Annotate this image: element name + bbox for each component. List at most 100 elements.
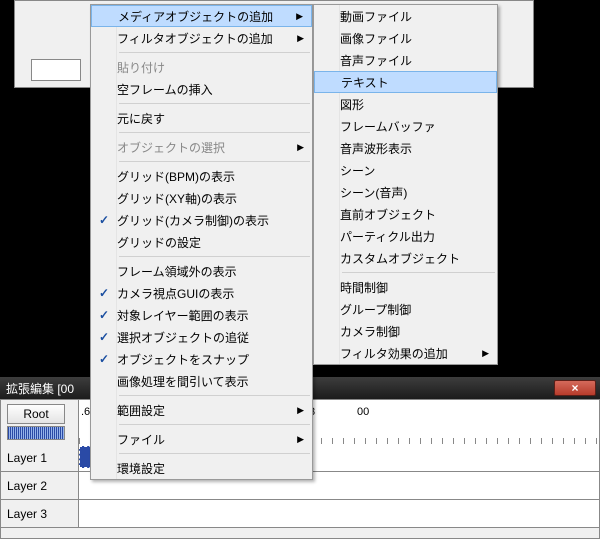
menu-item[interactable]: 音声波形表示 <box>314 137 497 159</box>
menu-item[interactable]: ✓カメラ視点GUIの表示 <box>91 282 312 304</box>
menu-item-label: 環境設定 <box>117 460 290 477</box>
menu-item-label: カメラ制御 <box>340 323 475 340</box>
menu-item-label: 図形 <box>340 96 475 113</box>
submenu-arrow-icon: ▶ <box>482 348 489 359</box>
menu-item-label: パーティクル出力 <box>340 228 475 245</box>
layer-label[interactable]: Layer 1 <box>1 444 79 471</box>
checkmark-icon: ✓ <box>91 330 117 344</box>
menu-item[interactable]: 元に戻す <box>91 107 312 129</box>
menu-item-label: グリッドの設定 <box>117 234 290 251</box>
menu-item-label: 選択オブジェクトの追従 <box>117 329 290 346</box>
menu-item-label: シーン <box>340 162 475 179</box>
menu-separator <box>119 395 310 396</box>
menu-item[interactable]: 空フレームの挿入 <box>91 78 312 100</box>
menu-item-label: フレーム領域外の表示 <box>117 263 290 280</box>
context-menu-sub[interactable]: 動画ファイル画像ファイル音声ファイルテキスト図形フレームバッファ音声波形表示シー… <box>313 4 498 365</box>
submenu-arrow-icon: ▶ <box>297 33 304 44</box>
checkmark-icon: ✓ <box>91 286 117 300</box>
context-menu-main[interactable]: メディアオブジェクトの追加 ▶ フィルタオブジェクトの追加 ▶ 貼り付け空フレームの挿入… <box>90 4 313 480</box>
menu-separator <box>342 272 495 273</box>
menu-item[interactable]: ✓対象レイヤー範囲の表示 <box>91 304 312 326</box>
submenu-arrow-icon: ▶ <box>297 434 304 445</box>
menu-separator <box>119 161 310 162</box>
background-inner <box>31 59 81 81</box>
menu-item-label: テキスト <box>341 74 474 91</box>
layer-track[interactable] <box>79 500 599 527</box>
menu-item[interactable]: グリッドの設定 <box>91 231 312 253</box>
menu-separator <box>119 256 310 257</box>
menu-item[interactable]: ✓選択オブジェクトの追従 <box>91 326 312 348</box>
menu-item-label: フィルタオブジェクトの追加 <box>117 30 290 47</box>
menu-item-label: 貼り付け <box>117 59 290 76</box>
checkmark-icon: ✓ <box>91 213 117 227</box>
checkmark-icon: ✓ <box>91 352 117 366</box>
menu-item-label: オブジェクトの選択 <box>117 139 290 156</box>
menu-item-label: グリッド(カメラ制御)の表示 <box>117 212 290 229</box>
submenu-arrow-icon: ▶ <box>296 11 303 22</box>
close-button[interactable]: × <box>554 380 596 396</box>
menu-item-label: メディアオブジェクトの追加 <box>118 8 289 25</box>
menu-separator <box>119 424 310 425</box>
menu-item[interactable]: グリッド(BPM)の表示 <box>91 165 312 187</box>
menu-separator <box>119 132 310 133</box>
submenu-arrow-icon: ▶ <box>297 405 304 416</box>
menu-item[interactable]: 範囲設定 ▶ <box>91 399 312 421</box>
menu-item[interactable]: ✓グリッド(カメラ制御)の表示 <box>91 209 312 231</box>
menu-item[interactable]: カメラ制御 <box>314 320 497 342</box>
menu-item-label: 空フレームの挿入 <box>117 81 290 98</box>
menu-item[interactable]: 画像処理を間引いて表示 <box>91 370 312 392</box>
menu-item-label: 動画ファイル <box>340 8 475 25</box>
menu-item[interactable]: シーン(音声) <box>314 181 497 203</box>
menu-item-label: 音声ファイル <box>340 52 475 69</box>
menu-item-label: 元に戻す <box>117 110 290 127</box>
menu-item-label: 対象レイヤー範囲の表示 <box>117 307 290 324</box>
layer-row[interactable]: Layer 3 <box>1 500 599 528</box>
menu-item[interactable]: フレーム領域外の表示 <box>91 260 312 282</box>
menu-item[interactable]: 時間制御 <box>314 276 497 298</box>
menu-item[interactable]: ファイル ▶ <box>91 428 312 450</box>
menu-item[interactable]: 直前オブジェクト <box>314 203 497 225</box>
menu-item-label: カメラ視点GUIの表示 <box>117 285 290 302</box>
menu-item-label: 範囲設定 <box>117 402 290 419</box>
close-icon: × <box>571 381 578 395</box>
menu-item[interactable]: カスタムオブジェクト <box>314 247 497 269</box>
menu-item[interactable]: 図形 <box>314 93 497 115</box>
menu-item-label: グリッド(BPM)の表示 <box>117 168 290 185</box>
menu-item[interactable]: フレームバッファ <box>314 115 497 137</box>
menu-item-label: ファイル <box>117 431 290 448</box>
menu-separator <box>119 52 310 53</box>
menu-item-label: カスタムオブジェクト <box>340 250 475 267</box>
menu-item[interactable]: シーン <box>314 159 497 181</box>
menu-item[interactable]: テキスト <box>314 71 497 93</box>
menu-item[interactable]: メディアオブジェクトの追加 ▶ <box>91 5 312 27</box>
menu-item[interactable]: グループ制御 <box>314 298 497 320</box>
menu-item-label: 直前オブジェクト <box>340 206 475 223</box>
submenu-arrow-icon: ▶ <box>297 142 304 153</box>
menu-item-label: フィルタ効果の追加 <box>340 345 475 362</box>
menu-item-label: シーン(音声) <box>340 184 475 201</box>
menu-item[interactable]: グリッド(XY軸)の表示 <box>91 187 312 209</box>
menu-item[interactable]: 画像ファイル <box>314 27 497 49</box>
menu-item-label: フレームバッファ <box>340 118 475 135</box>
menu-item-label: グリッド(XY軸)の表示 <box>117 190 290 207</box>
menu-item: オブジェクトの選択 ▶ <box>91 136 312 158</box>
menu-item[interactable]: パーティクル出力 <box>314 225 497 247</box>
menu-item[interactable]: フィルタ効果の追加 ▶ <box>314 342 497 364</box>
menu-separator <box>119 103 310 104</box>
menu-item-label: 音声波形表示 <box>340 140 475 157</box>
menu-item-label: 画像ファイル <box>340 30 475 47</box>
zoom-ruler[interactable] <box>7 426 65 440</box>
menu-item[interactable]: 環境設定 <box>91 457 312 479</box>
root-button[interactable]: Root <box>7 404 65 424</box>
layer-label[interactable]: Layer 2 <box>1 472 79 499</box>
menu-item[interactable]: ✓オブジェクトをスナップ <box>91 348 312 370</box>
layer-label[interactable]: Layer 3 <box>1 500 79 527</box>
menu-item[interactable]: 音声ファイル <box>314 49 497 71</box>
menu-item-label: 画像処理を間引いて表示 <box>117 373 290 390</box>
menu-item[interactable]: 動画ファイル <box>314 5 497 27</box>
menu-item-label: グループ制御 <box>340 301 475 318</box>
menu-item-label: オブジェクトをスナップ <box>117 351 290 368</box>
menu-item[interactable]: フィルタオブジェクトの追加 ▶ <box>91 27 312 49</box>
timeline-root-cell: Root <box>1 400 79 444</box>
menu-separator <box>119 453 310 454</box>
